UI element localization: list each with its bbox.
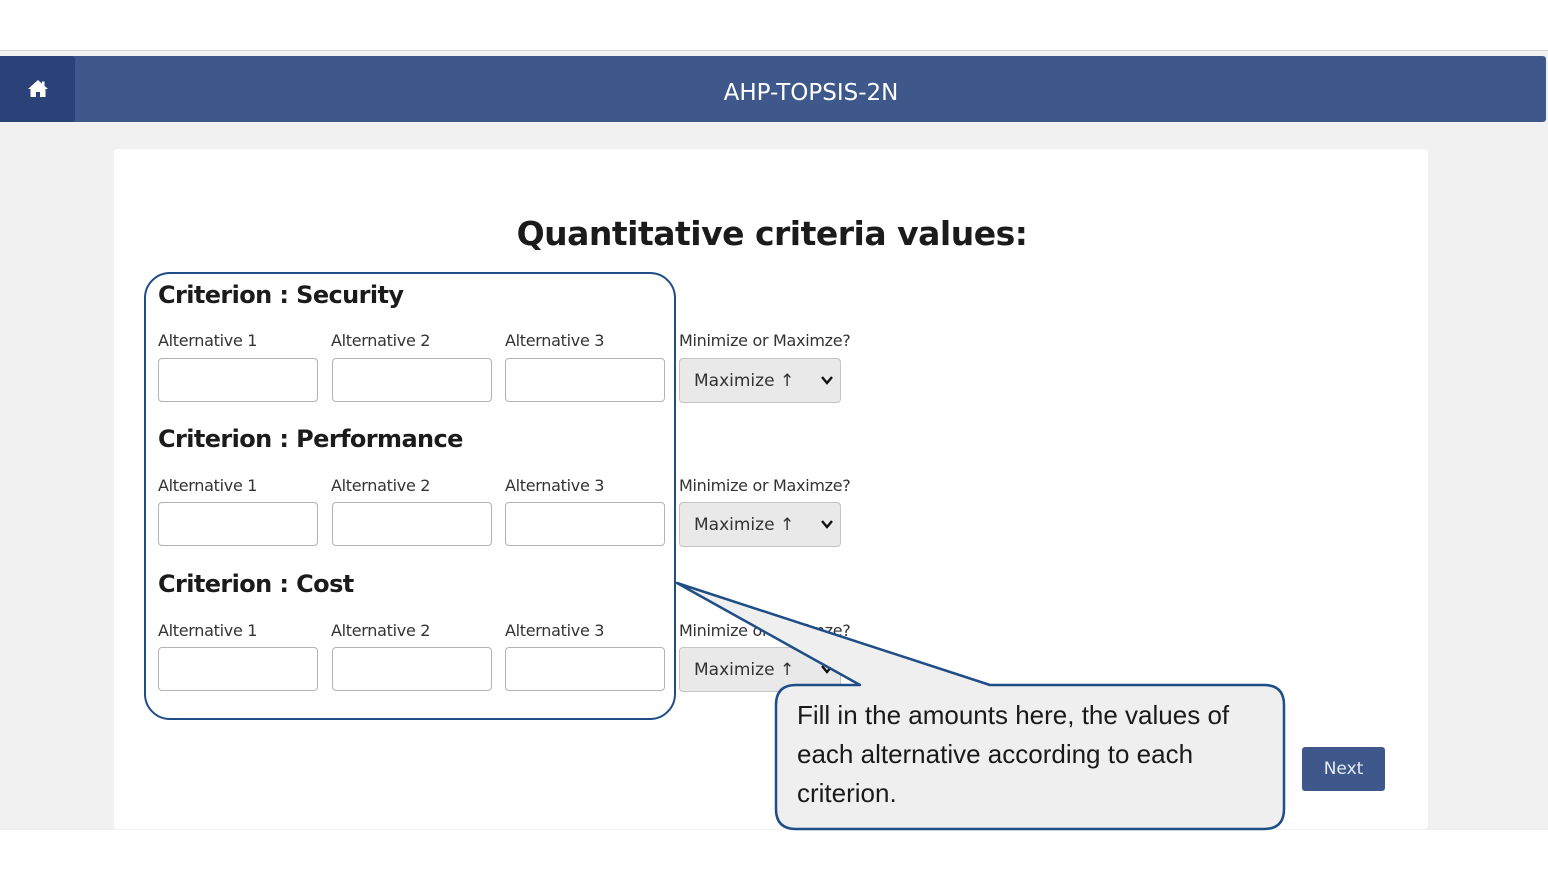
performance-alt2-input[interactable] <box>332 502 492 546</box>
alt-label: Alternative 2 <box>331 476 431 495</box>
select-value: Maximize ↑ <box>694 659 795 680</box>
next-button[interactable]: Next <box>1302 747 1385 791</box>
cost-alt3-input[interactable] <box>505 647 665 691</box>
select-value: Maximize ↑ <box>694 370 795 391</box>
alt-label: Alternative 3 <box>505 331 605 350</box>
security-alt1-input[interactable] <box>158 358 318 402</box>
alt-label: Alternative 1 <box>158 621 258 640</box>
criterion-title-performance: Criterion : Performance <box>158 425 463 453</box>
alt-label: Alternative 2 <box>331 331 431 350</box>
chevron-down-icon <box>821 520 833 529</box>
chevron-down-icon <box>821 665 833 674</box>
direction-label: Minimize or Maximze? <box>679 331 851 350</box>
performance-alt3-input[interactable] <box>505 502 665 546</box>
cost-alt1-input[interactable] <box>158 647 318 691</box>
chevron-down-icon <box>821 376 833 385</box>
security-direction-select[interactable]: Maximize ↑ <box>679 358 841 403</box>
app-title: AHP-TOPSIS-2N <box>723 80 899 106</box>
home-icon <box>27 80 48 97</box>
callout-line: each alternative according to each <box>797 739 1194 769</box>
alt-label: Alternative 3 <box>505 476 605 495</box>
home-button[interactable] <box>0 56 75 122</box>
direction-label: Minimize or Maximze? <box>679 476 851 495</box>
security-alt2-input[interactable] <box>332 358 492 402</box>
cost-alt2-input[interactable] <box>332 647 492 691</box>
annotation-callout-text: Fill in the amounts here, the values of … <box>797 696 1277 813</box>
cost-direction-select[interactable]: Maximize ↑ <box>679 647 841 692</box>
alt-label: Alternative 3 <box>505 621 605 640</box>
criterion-title-cost: Criterion : Cost <box>158 570 354 598</box>
callout-line: criterion. <box>797 778 897 808</box>
criterion-title-security: Criterion : Security <box>158 281 404 309</box>
alt-label: Alternative 2 <box>331 621 431 640</box>
callout-line: Fill in the amounts here, the values of <box>797 700 1230 730</box>
performance-alt1-input[interactable] <box>158 502 318 546</box>
security-alt3-input[interactable] <box>505 358 665 402</box>
performance-direction-select[interactable]: Maximize ↑ <box>679 502 841 547</box>
direction-label: Minimize or Maximze? <box>679 621 851 640</box>
select-value: Maximize ↑ <box>694 514 795 535</box>
alt-label: Alternative 1 <box>158 331 258 350</box>
page-title: Quantitative criteria values: <box>516 214 1028 253</box>
alt-label: Alternative 1 <box>158 476 258 495</box>
